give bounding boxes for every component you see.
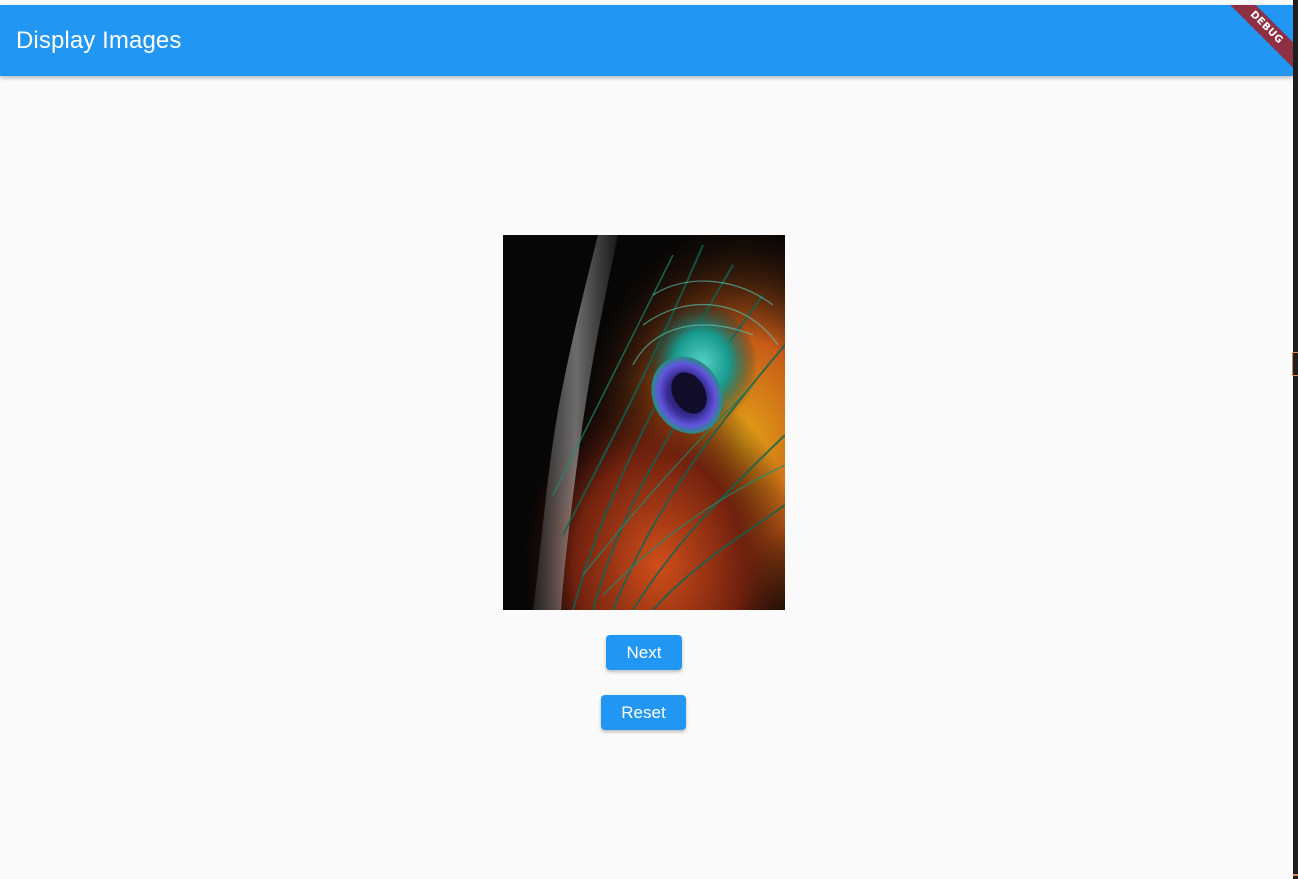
next-button[interactable]: Next (606, 635, 682, 670)
page-title: Display Images (16, 27, 182, 54)
app-window: Display Images DEBUG Next Reset (0, 0, 1293, 879)
app-bar: Display Images (0, 5, 1293, 76)
peacock-feather-image (503, 235, 785, 610)
offscreen-mark (1293, 874, 1298, 876)
displayed-image (503, 235, 785, 610)
main-content: Next Reset (0, 76, 1293, 879)
offscreen-element-edge (1292, 352, 1298, 376)
window-right-edge (1293, 0, 1298, 879)
reset-button[interactable]: Reset (601, 695, 686, 730)
